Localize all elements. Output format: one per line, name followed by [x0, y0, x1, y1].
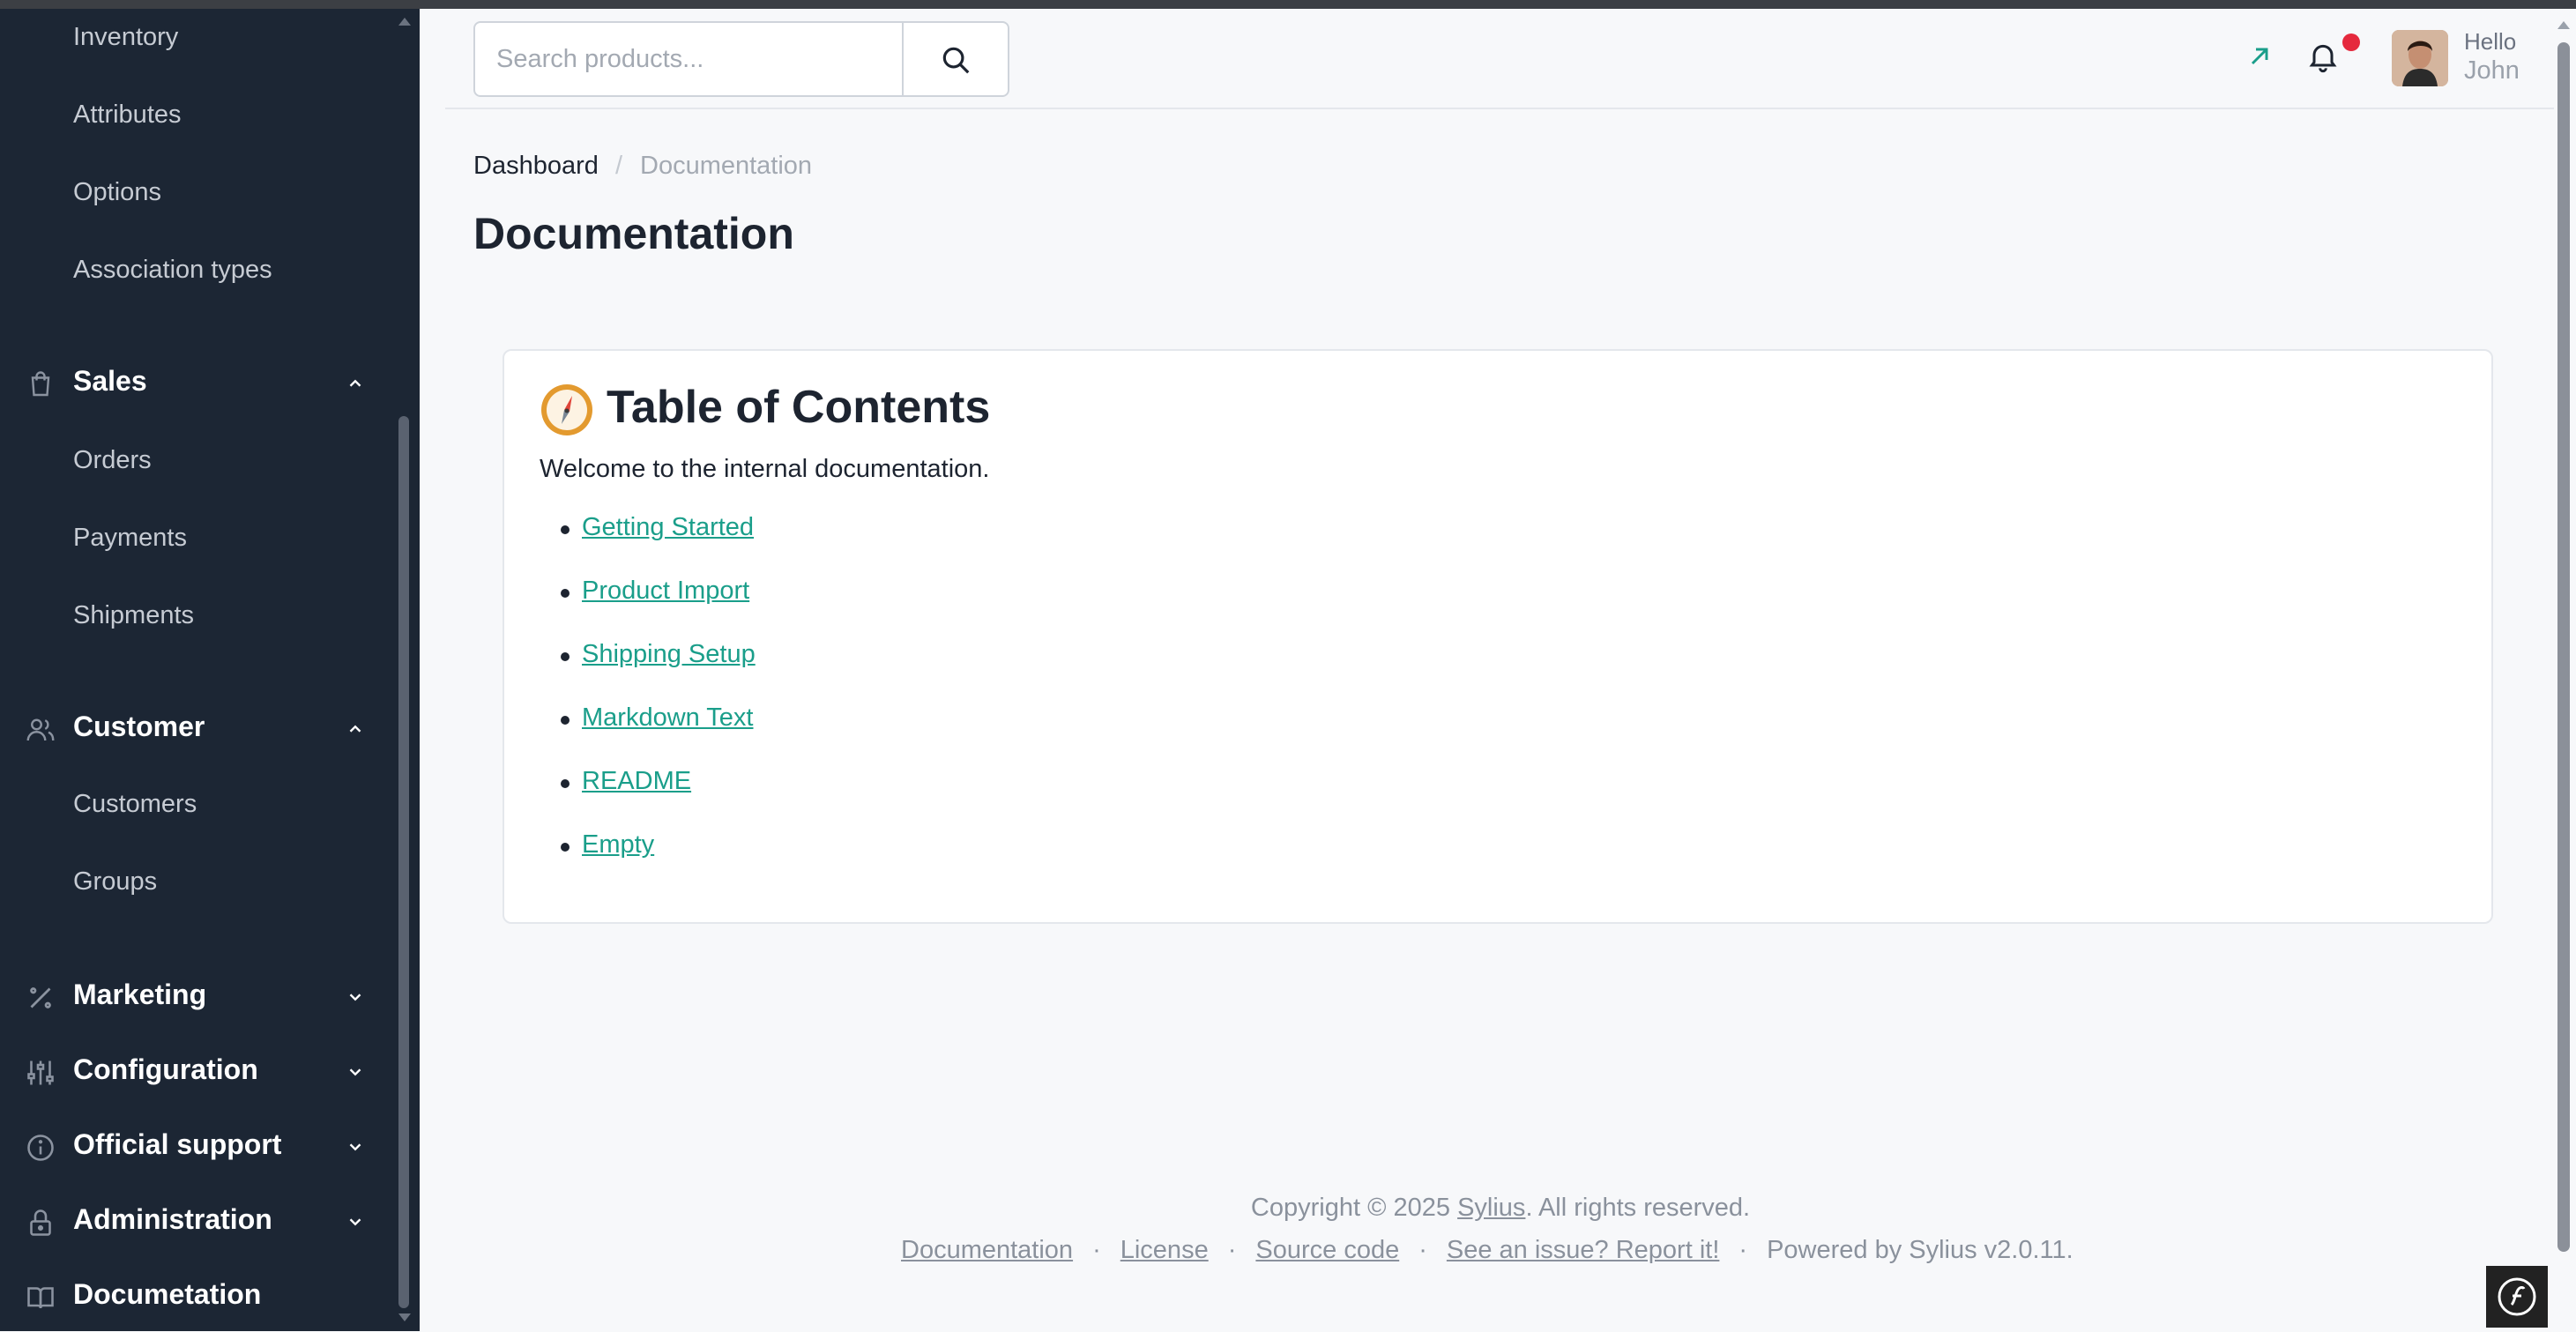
- sidebar-section-official-support[interactable]: Official support: [0, 1120, 388, 1172]
- chevron-down-icon: [349, 1143, 361, 1151]
- bullet: [561, 652, 570, 661]
- toc-link-shipping-setup[interactable]: Shipping Setup: [582, 640, 756, 669]
- chevron-down-icon: [349, 993, 361, 1001]
- footer-link-documentation[interactable]: Documentation: [901, 1236, 1073, 1264]
- breadcrumb-dashboard[interactable]: Dashboard: [473, 152, 599, 181]
- search-button[interactable]: [902, 23, 1008, 95]
- sidebar-item-payments[interactable]: Payments: [73, 524, 187, 553]
- toc-link-readme[interactable]: README: [582, 767, 691, 796]
- sidebar-section-label: Documetation: [73, 1278, 262, 1310]
- scroll-up-arrow-icon[interactable]: [2557, 21, 2570, 29]
- intro-text: Welcome to the internal documentation.: [540, 455, 990, 483]
- sidebar: Inventory Attributes Options Association…: [0, 9, 420, 1331]
- top-header: Hello John: [445, 9, 2554, 109]
- footer-separator: ·: [1418, 1236, 1427, 1264]
- bullet: [561, 716, 570, 725]
- chevron-down-icon: [349, 1068, 361, 1076]
- sliders-icon: [27, 1060, 54, 1085]
- sidebar-item-inventory[interactable]: Inventory: [73, 23, 178, 52]
- toc-link-empty[interactable]: Empty: [582, 830, 654, 859]
- window-top-strip: [0, 0, 2576, 9]
- footer-separator: ·: [1738, 1236, 1748, 1264]
- compass-icon: [541, 384, 592, 435]
- symfony-logo-icon: [2498, 1277, 2536, 1316]
- sidebar-section-label: Configuration: [73, 1053, 258, 1085]
- footer-separator: ·: [1092, 1236, 1101, 1264]
- sidebar-section-label: Sales: [73, 365, 147, 397]
- search-icon: [942, 47, 970, 74]
- bell-icon[interactable]: [2305, 39, 2341, 74]
- toc-link-getting-started[interactable]: Getting Started: [582, 513, 754, 542]
- sidebar-section-configuration[interactable]: Configuration: [0, 1045, 388, 1098]
- users-icon: [26, 718, 55, 741]
- user-photo-icon: [2392, 30, 2448, 86]
- percent-icon: [30, 987, 51, 1008]
- sidebar-item-customers[interactable]: Customers: [73, 790, 197, 819]
- bullet: [561, 843, 570, 852]
- sidebar-section-marketing[interactable]: Marketing: [0, 970, 388, 1023]
- scroll-down-arrow-icon[interactable]: [398, 1313, 411, 1321]
- breadcrumb-separator: /: [615, 152, 623, 180]
- bullet: [561, 779, 570, 788]
- sidebar-section-documetation[interactable]: Documetation: [0, 1269, 388, 1322]
- footer-link-source-code[interactable]: Source code: [1255, 1236, 1399, 1264]
- sidebar-item-orders[interactable]: Orders: [73, 446, 152, 475]
- symfony-toolbar-button[interactable]: [2486, 1266, 2548, 1328]
- sidebar-section-customer[interactable]: Customer: [0, 702, 388, 755]
- sidebar-item-groups[interactable]: Groups: [73, 867, 157, 897]
- sidebar-item-shipments[interactable]: Shipments: [73, 601, 194, 630]
- powered-by-text: Powered by Sylius v2.0.11.: [1767, 1236, 2073, 1264]
- sidebar-item-association-types[interactable]: Association types: [73, 256, 272, 285]
- info-icon: [27, 1135, 54, 1161]
- avatar[interactable]: [2392, 30, 2448, 86]
- sidebar-section-label: Official support: [73, 1128, 282, 1160]
- footer-links: Documentation · License · Source code · See an…: [901, 1236, 2073, 1265]
- sidebar-section-label: Customer: [73, 711, 205, 742]
- chevron-up-icon: [349, 379, 361, 387]
- shopping-bag-icon: [31, 371, 50, 397]
- book-icon: [27, 1287, 54, 1309]
- notification-badge: [2342, 33, 2360, 51]
- chevron-up-icon: [349, 725, 361, 733]
- sidebar-scrollbar[interactable]: [395, 9, 413, 1331]
- sidebar-item-attributes[interactable]: Attributes: [73, 100, 182, 130]
- sylius-link[interactable]: Sylius: [1457, 1194, 1525, 1222]
- scrollbar-thumb[interactable]: [398, 416, 409, 1308]
- footer-copyright: Copyright © 2025 Sylius. All rights rese…: [0, 1194, 2576, 1223]
- toc-link-product-import[interactable]: Product Import: [582, 577, 749, 606]
- bullet: [561, 589, 570, 598]
- page-title: Documentation: [473, 209, 794, 258]
- copyright-text: Copyright © 2025: [1250, 1194, 1451, 1222]
- external-link-arrow-icon[interactable]: [2245, 42, 2274, 71]
- greeting-label: Hello: [2464, 28, 2517, 55]
- scroll-up-arrow-icon[interactable]: [398, 18, 411, 26]
- footer-link-license[interactable]: License: [1120, 1236, 1209, 1264]
- sidebar-section-label: Marketing: [73, 979, 207, 1010]
- documentation-card: Table of Contents Welcome to the interna…: [503, 349, 2493, 924]
- sidebar-section-sales[interactable]: Sales: [0, 356, 388, 409]
- breadcrumb-current: Documentation: [640, 152, 813, 180]
- toc-title: Table of Contents: [607, 382, 991, 433]
- copyright-suffix: . All rights reserved.: [1525, 1194, 1751, 1222]
- footer-link-report-issue[interactable]: See an issue? Report it!: [1447, 1236, 1720, 1264]
- search-form: [473, 21, 1009, 97]
- toc-link-markdown-text[interactable]: Markdown Text: [582, 703, 754, 733]
- footer-separator: ·: [1227, 1236, 1237, 1264]
- page-scrollbar[interactable]: [2551, 9, 2576, 1331]
- sidebar-item-options[interactable]: Options: [73, 178, 161, 207]
- scrollbar-thumb[interactable]: [2557, 42, 2570, 1252]
- bullet: [561, 525, 570, 534]
- search-input[interactable]: [475, 23, 902, 95]
- username[interactable]: John: [2464, 56, 2520, 86]
